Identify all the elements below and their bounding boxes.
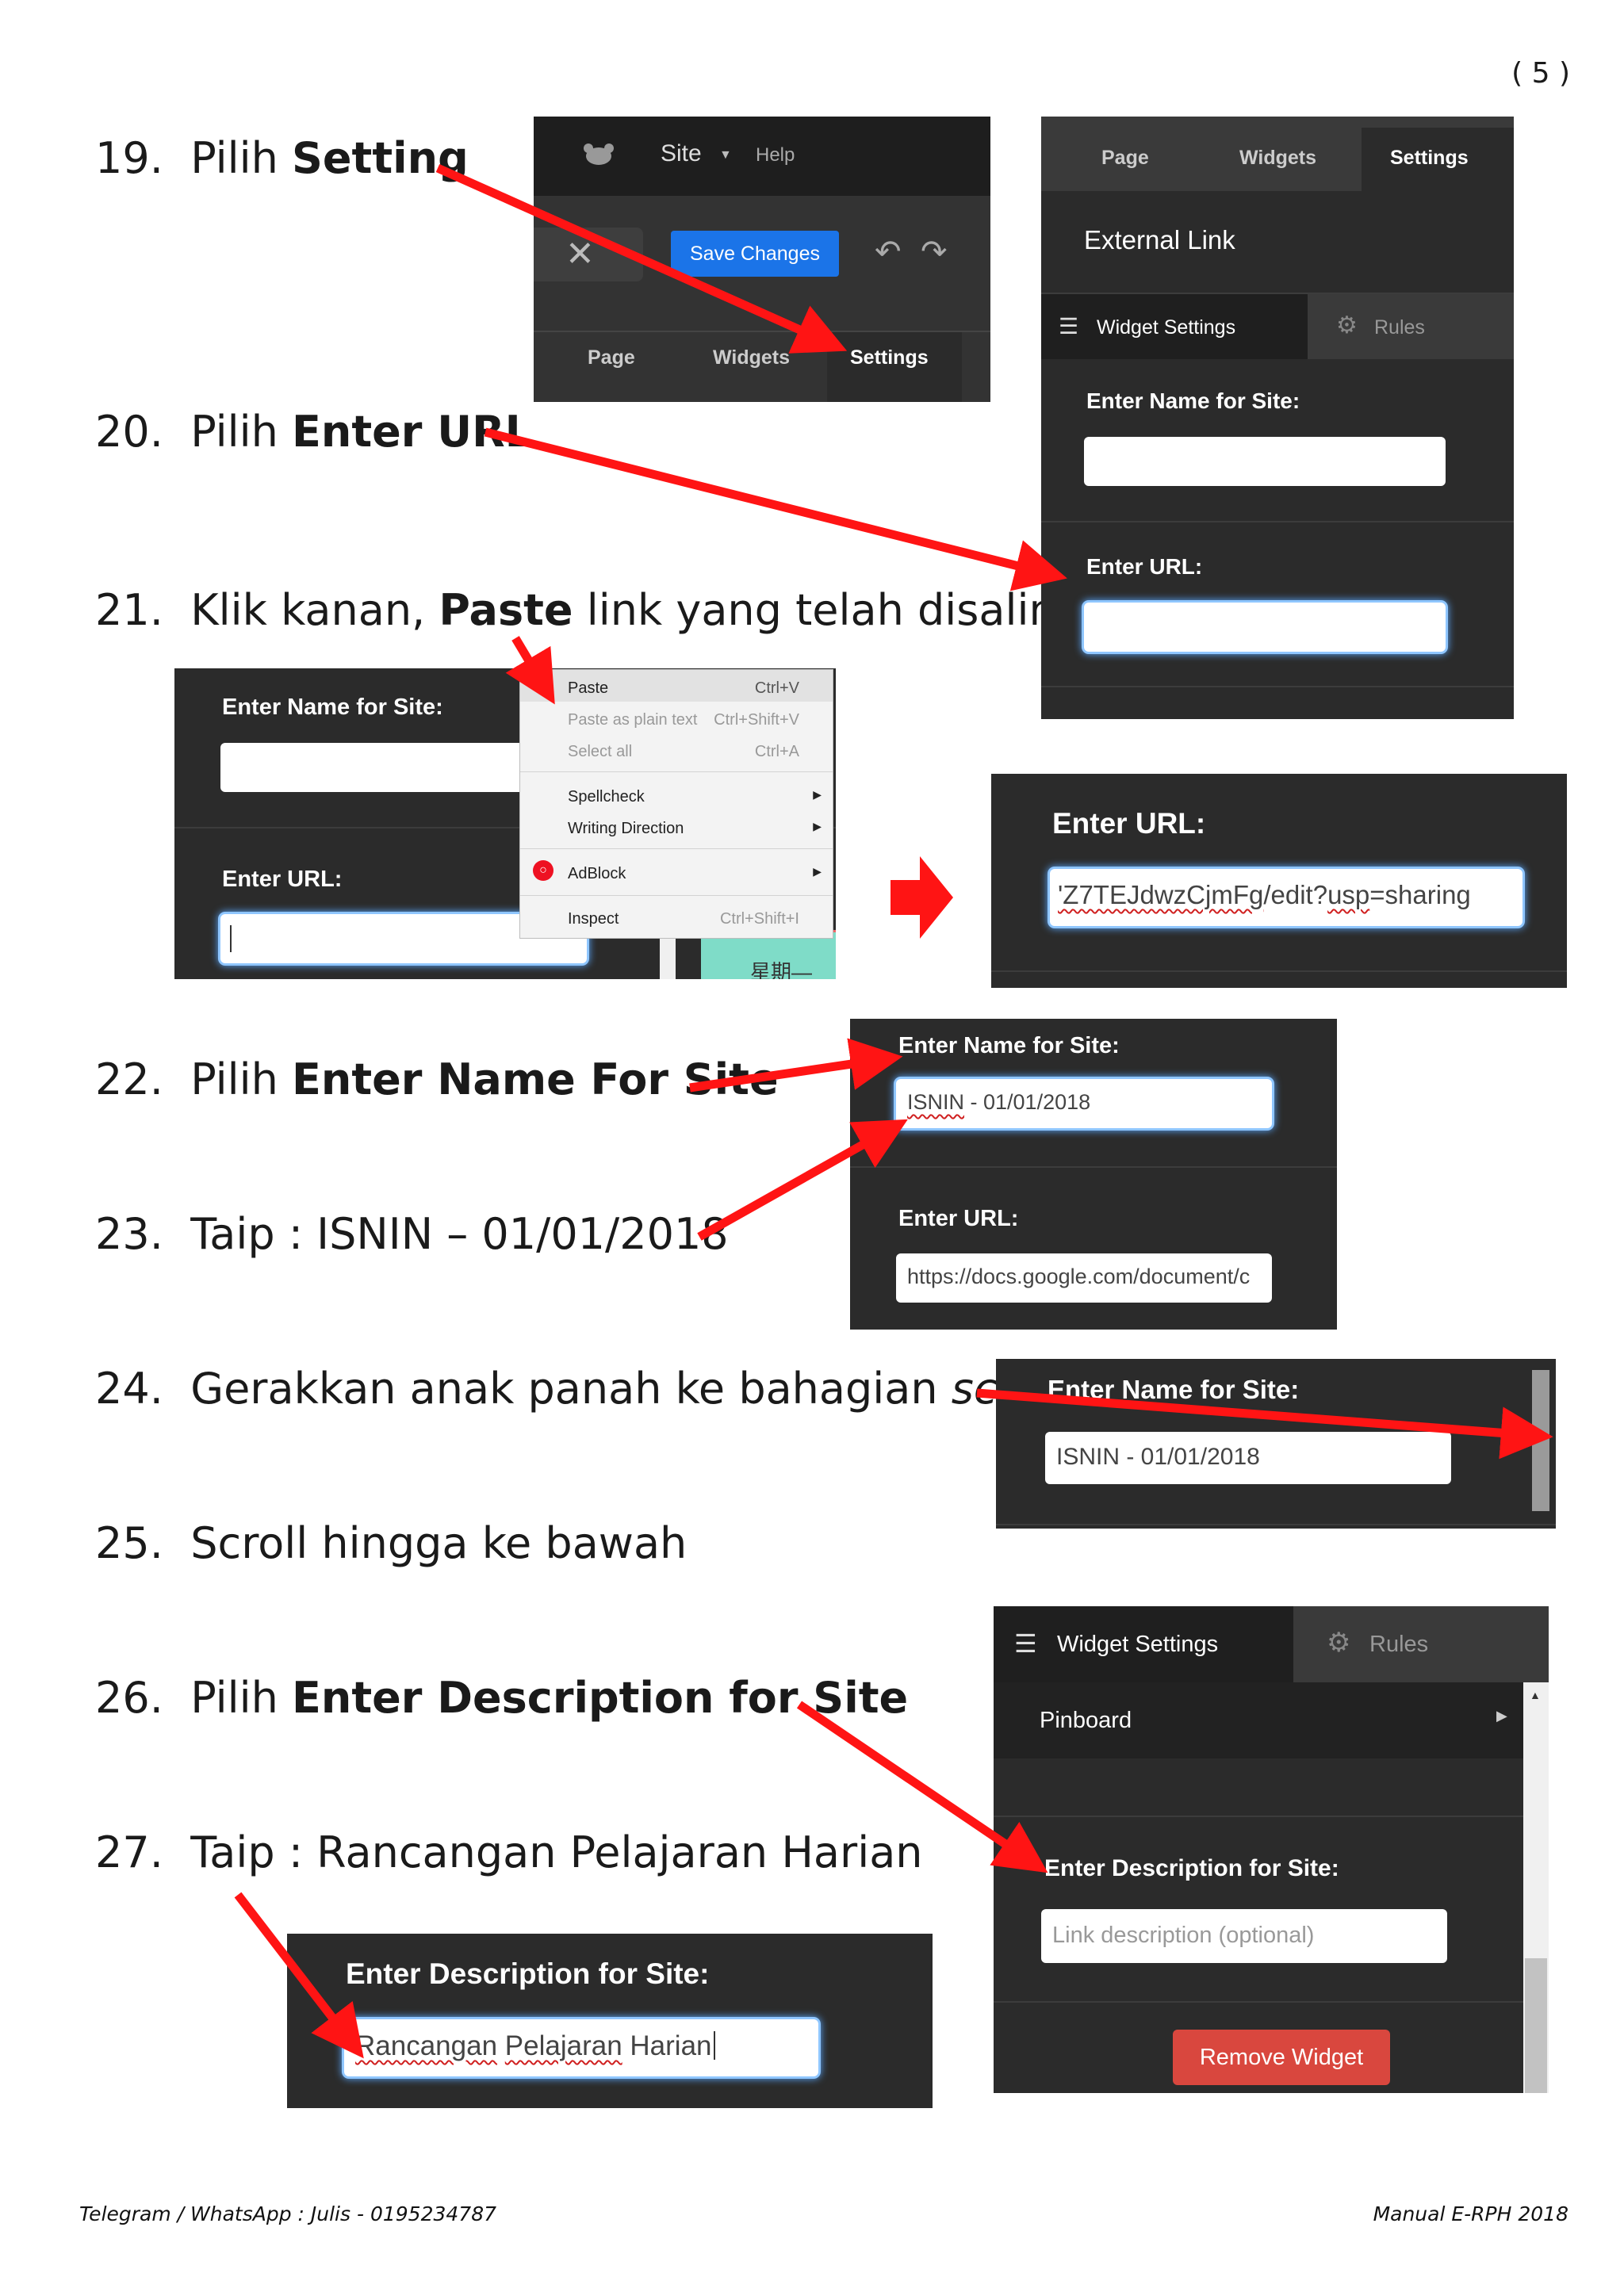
annotation-arrows <box>234 163 1553 2059</box>
footer-title: Manual E-RPH 2018 <box>1373 2202 1568 2225</box>
arrow-step-20 <box>484 427 1067 591</box>
arrow-step-27 <box>234 1892 364 2059</box>
arrow-step-26 <box>796 1701 1048 1873</box>
arrow-step-19 <box>435 163 848 354</box>
arrow-step-22 <box>689 1038 903 1093</box>
arrow-step-21 <box>505 636 555 705</box>
arrow-step-24 <box>976 1388 1553 1460</box>
arrow-step-23 <box>697 1119 908 1241</box>
result-arrow-icon <box>891 856 953 939</box>
footer-contact: Telegram / WhatsApp : Julis - 0195234787 <box>79 2202 497 2225</box>
